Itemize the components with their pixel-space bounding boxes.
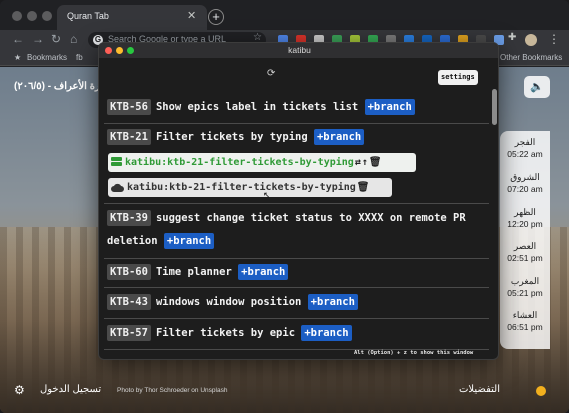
back-icon[interactable]: ← [12, 32, 24, 46]
ticket-row[interactable]: KTB-60 Time planner +branch [104, 259, 489, 288]
ticket-key: KTB-60 [107, 264, 151, 280]
push-branch-icon[interactable]: ↑ [362, 153, 368, 172]
ticket-title-continued: deletion [107, 235, 158, 247]
ticket-title: windows window position [155, 296, 302, 308]
prayer-item: الظهر 12:20 pm [500, 207, 550, 229]
ticket-title: Show epics label in tickets list [155, 101, 359, 113]
tab-close-icon[interactable]: ✕ [187, 9, 196, 22]
avatar[interactable] [525, 34, 537, 46]
popup-titlebar: katibu [99, 43, 498, 58]
prayer-time: 05:21 pm [507, 288, 543, 298]
katibu-window: katibu ⟳ settings KTB-56 Show epics label… [98, 42, 499, 360]
preferences-link[interactable]: التفضيلات [459, 384, 500, 395]
ticket-row[interactable]: KTB-21 Filter tickets by typing +branch k… [104, 124, 489, 204]
add-branch-button[interactable]: +branch [313, 129, 365, 145]
prayer-name: الظهر [514, 207, 536, 217]
branch-prefix: katibu: [125, 157, 168, 168]
tab-title: Quran Tab [67, 11, 109, 21]
ticket-row[interactable]: KTB-56 Show epics label in tickets list +… [104, 95, 489, 124]
switch-branch-icon[interactable]: ⇄ [355, 153, 361, 172]
prayer-name: العشاء [512, 310, 538, 320]
bookmark-item[interactable]: fb [76, 53, 83, 62]
delete-branch-icon[interactable]: 🗑 [357, 178, 370, 197]
prayer-name: الشروق [510, 172, 540, 182]
ticket-key: KTB-21 [107, 129, 151, 145]
puzzle-icon[interactable]: ✚ [508, 32, 516, 43]
reload-icon[interactable]: ↻ [51, 32, 61, 46]
gear-icon[interactable]: ⚙ [14, 383, 25, 397]
bookmark-star-icon: ★ [14, 53, 22, 62]
remote-branch-pill[interactable]: katibu:ktb-21-filter-tickets-by-typing🗑 [108, 178, 392, 197]
prayer-time: 06:51 pm [507, 322, 543, 332]
add-branch-button[interactable]: +branch [364, 99, 415, 115]
mouse-cursor-icon: ↖ [263, 190, 271, 200]
prayer-item: الشروق 07:20 am [500, 172, 550, 194]
ticket-key: KTB-43 [107, 294, 151, 310]
prayer-item: العشاء 06:51 pm [500, 310, 550, 332]
ticket-title: suggest change ticket status to XXXX on … [155, 212, 466, 224]
sun-icon[interactable] [536, 386, 546, 396]
tab-quran[interactable]: Quran Tab ✕ [57, 5, 207, 30]
close-window-dot[interactable] [12, 11, 22, 21]
new-tab-button[interactable]: + [208, 9, 224, 25]
branch-name: ktb-21-filter-tickets-by-typing [167, 157, 354, 168]
ticket-row[interactable]: KTB-39 suggest change ticket status to XX… [104, 204, 489, 259]
prayer-name: المغرب [510, 276, 540, 286]
add-branch-button[interactable]: +branch [238, 264, 289, 280]
server-icon [111, 157, 122, 166]
bookmarks-label[interactable]: Bookmarks [27, 53, 67, 62]
ticket-key: KTB-57 [107, 325, 151, 341]
cloud-icon [111, 183, 124, 192]
menu-icon[interactable]: ⋮ [548, 32, 560, 46]
prayer-times-panel: الفجر 05:22 am الشروق 07:20 am الظهر 12:… [500, 131, 550, 349]
loading-spinner-icon: ⟳ [267, 68, 276, 79]
other-bookmarks[interactable]: Other Bookmarks [500, 53, 562, 62]
shortcut-hint: Alt (Option) + z to show this window [351, 350, 474, 356]
ticket-title: Time planner [155, 266, 232, 278]
tab-strip: Quran Tab ✕ + [0, 0, 569, 30]
speaker-icon[interactable]: 🔈 [524, 76, 550, 98]
ticket-row[interactable]: KTB-57 Filter tickets by epic +branch [104, 319, 489, 350]
prayer-item: المغرب 05:21 pm [500, 276, 550, 298]
login-link[interactable]: تسجيل الدخول [40, 384, 101, 395]
add-branch-button[interactable]: +branch [163, 233, 215, 249]
ticket-title: Filter tickets by typing [155, 131, 308, 143]
photo-credit[interactable]: Photo by Thor Schroeder on Unsplash [117, 387, 227, 394]
minimize-window-dot[interactable] [27, 11, 37, 21]
scrollbar-thumb[interactable] [492, 89, 497, 125]
prayer-item: الفجر 05:22 am [500, 137, 550, 159]
forward-icon[interactable]: → [32, 32, 44, 46]
local-branch-pill[interactable]: katibu:ktb-21-filter-tickets-by-typing⇄↑… [108, 153, 416, 172]
popup-title: katibu [288, 45, 311, 55]
prayer-time: 02:51 pm [507, 253, 543, 263]
settings-button[interactable]: settings [438, 70, 478, 85]
branch-prefix: katibu: [127, 182, 170, 193]
prayer-time: 12:20 pm [507, 219, 543, 229]
prayer-name: العصر [513, 241, 537, 251]
ticket-row[interactable]: KTB-43 windows window position +branch [104, 288, 489, 319]
zoom-window-dot[interactable] [42, 11, 52, 21]
ticket-list-scrollbar[interactable] [490, 87, 498, 359]
browser-window: Quran Tab ✕ + ← → ↻ ⌂ G Search Google or… [0, 0, 569, 413]
add-branch-button[interactable]: +branch [307, 294, 358, 310]
add-branch-button[interactable]: +branch [301, 325, 352, 341]
ticket-key: KTB-39 [107, 210, 151, 226]
home-icon[interactable]: ⌂ [70, 32, 77, 46]
prayer-time: 05:22 am [507, 149, 543, 159]
prayer-time: 07:20 am [507, 184, 543, 194]
prayer-name: الفجر [514, 137, 536, 147]
ticket-title: Filter tickets by epic [155, 327, 296, 339]
delete-branch-icon[interactable]: 🗑 [369, 153, 382, 172]
ticket-key: KTB-56 [107, 99, 151, 115]
prayer-item: العصر 02:51 pm [500, 241, 550, 263]
